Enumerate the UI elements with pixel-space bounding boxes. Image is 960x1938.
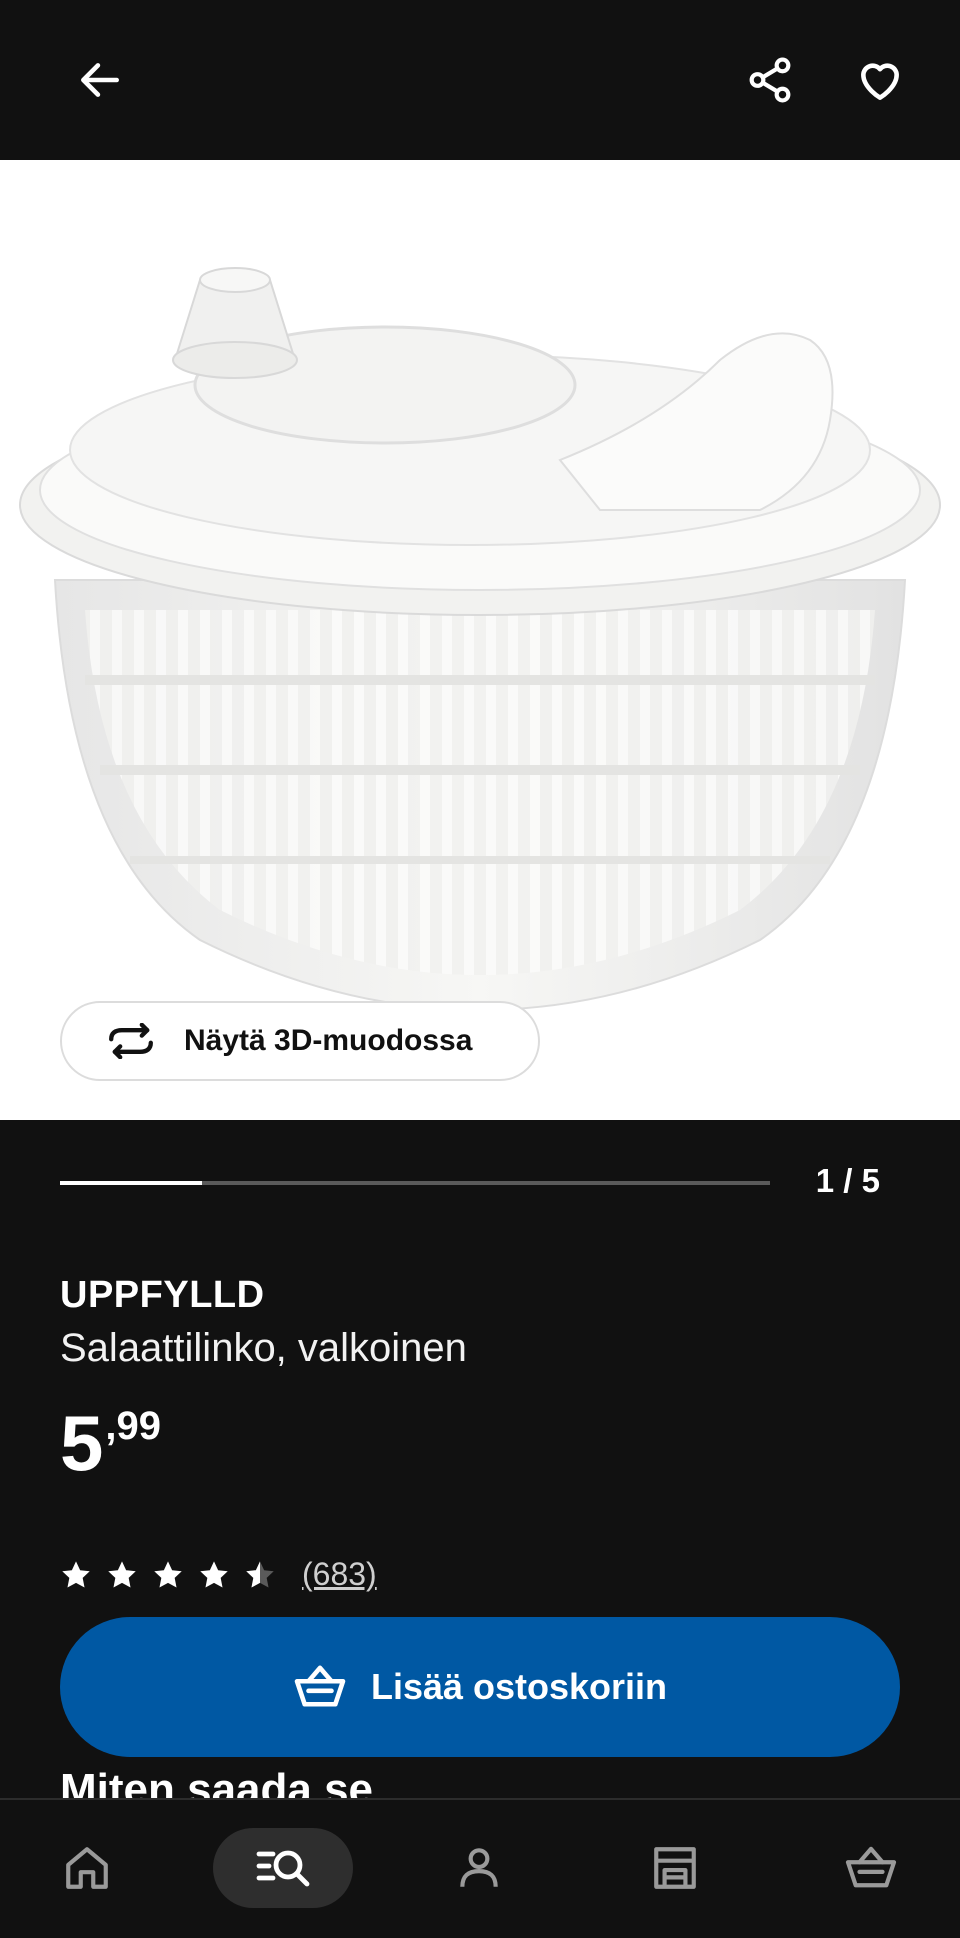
- top-bar: [0, 0, 960, 160]
- bottom-navigation: [0, 1798, 960, 1938]
- star-full-icon: [108, 1560, 136, 1588]
- favourite-button[interactable]: [840, 40, 920, 120]
- heart-outline-icon: [861, 63, 899, 101]
- nav-basket[interactable]: [801, 1828, 941, 1908]
- search-browse-icon: [256, 1850, 310, 1887]
- product-image: [19, 267, 941, 1012]
- gallery-progress-bar: [60, 1181, 770, 1185]
- price-integer: 5: [60, 1399, 104, 1487]
- product-image-gallery[interactable]: Näytä 3D-muodossa: [0, 160, 960, 1120]
- basket-icon: [294, 1665, 346, 1707]
- star-full-icon: [62, 1560, 90, 1588]
- nav-profile[interactable]: [409, 1828, 549, 1908]
- nav-store[interactable]: [605, 1828, 745, 1908]
- view-3d-button[interactable]: Näytä 3D-muodossa: [60, 1001, 540, 1081]
- store-icon: [654, 1847, 696, 1889]
- arrow-left-icon: [81, 63, 119, 97]
- home-icon: [66, 1847, 108, 1889]
- share-icon: [749, 57, 791, 103]
- price-decimal: ,99: [105, 1404, 161, 1448]
- add-to-cart-button[interactable]: Lisää ostoskoriin: [60, 1617, 900, 1757]
- star-half-icon: [246, 1560, 274, 1588]
- star-full-icon: [200, 1560, 228, 1588]
- basket-icon: [845, 1846, 897, 1888]
- rotate-arrows-icon: [109, 1023, 153, 1059]
- nav-home[interactable]: [17, 1828, 157, 1908]
- product-description: Salaattilinko, valkoinen: [60, 1326, 467, 1370]
- gallery-progress-fill: [60, 1181, 202, 1185]
- gallery-page-counter: 1 / 5: [815, 1162, 880, 1199]
- view-3d-label: Näytä 3D-muodossa: [184, 1024, 473, 1057]
- nav-search[interactable]: [213, 1828, 353, 1908]
- add-to-cart-label: Lisää ostoskoriin: [370, 1666, 668, 1707]
- product-rating[interactable]: (683): [60, 1556, 377, 1593]
- share-button[interactable]: [730, 40, 810, 120]
- product-brand: UPPFYLLD: [60, 1274, 265, 1316]
- back-button[interactable]: [60, 40, 140, 120]
- review-count-link[interactable]: (683): [302, 1556, 377, 1593]
- product-price: 5 ,99: [60, 1398, 161, 1488]
- how-to-get-heading: Miten saada se: [60, 1765, 374, 1798]
- profile-icon: [460, 1848, 498, 1887]
- star-full-icon: [154, 1560, 182, 1588]
